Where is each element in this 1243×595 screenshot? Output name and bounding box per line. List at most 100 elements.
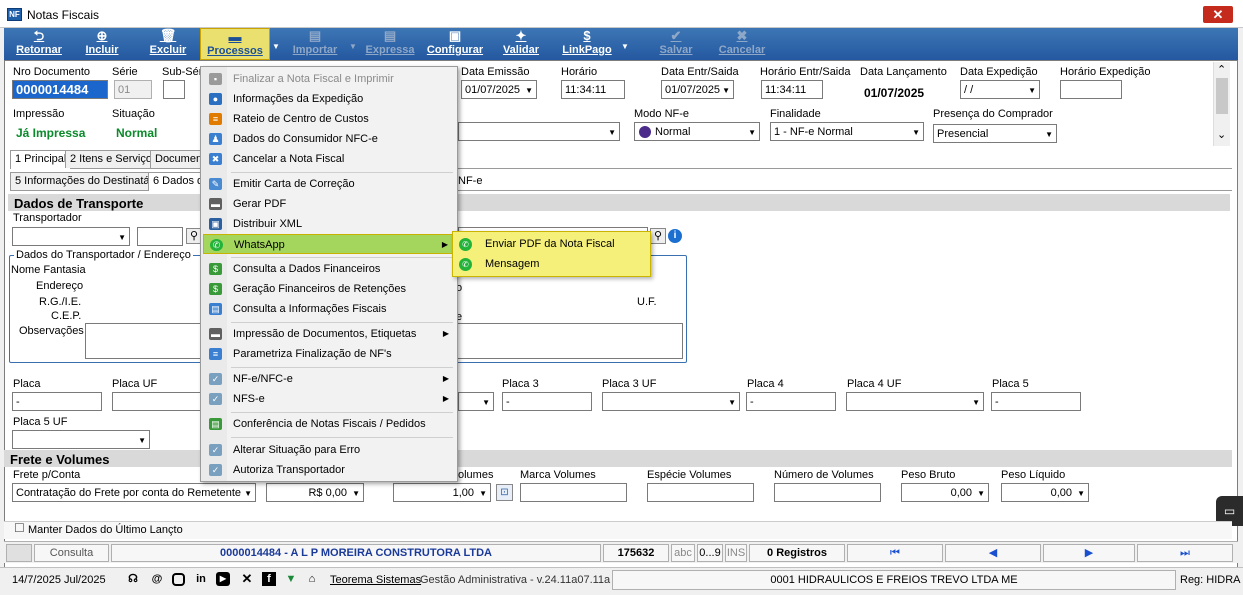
- transportador-dropdown[interactable]: [12, 227, 130, 246]
- email-icon[interactable]: @: [150, 572, 164, 586]
- record-status-bar: Consulta 0000014484 - A L P MOREIRA CONS…: [4, 541, 1238, 563]
- retornar-button[interactable]: ⮌ Retornar: [8, 28, 70, 60]
- frete-conta-dropdown[interactable]: Contratação do Frete por conta do Remete…: [12, 483, 256, 502]
- placa4-field[interactable]: -: [746, 392, 836, 411]
- placa2-uf-dropdown[interactable]: [458, 392, 494, 411]
- cancel-document-icon: ✖: [209, 153, 222, 165]
- whatsapp-submenu: ✆ Enviar PDF da Nota Fiscal ✆ Mensagem: [452, 231, 651, 277]
- menu-dados-consumidor[interactable]: ♟ Dados do Consumidor NFC-e: [203, 129, 455, 149]
- volumes-field[interactable]: 1,00: [393, 483, 491, 502]
- linkedin-icon[interactable]: in: [194, 572, 208, 586]
- first-record-button[interactable]: ⏮: [847, 544, 943, 562]
- transportador-code-field[interactable]: [137, 227, 183, 246]
- incluir-button[interactable]: ⊕ Incluir: [76, 28, 128, 60]
- header-scrollbar[interactable]: ⌃ ⌄: [1213, 62, 1230, 146]
- valor-frete-field[interactable]: R$ 0,00: [266, 483, 364, 502]
- data-entr-field[interactable]: 01/07/2025: [661, 80, 734, 99]
- close-button[interactable]: ✕: [1203, 6, 1233, 23]
- money-icon: $: [209, 263, 222, 275]
- situacao-value: Normal: [116, 126, 158, 140]
- linkpago-button[interactable]: $ LinkPago: [556, 28, 618, 60]
- facebook-icon[interactable]: f: [262, 572, 276, 586]
- teorema-link[interactable]: Teorema Sistemas: [330, 574, 421, 586]
- menu-cancelar-nota[interactable]: ✖ Cancelar a Nota Fiscal: [203, 149, 455, 169]
- last-record-button[interactable]: ⏭: [1137, 544, 1233, 562]
- placa-field[interactable]: -: [12, 392, 102, 411]
- menu-alterar-situacao-erro[interactable]: ✓ Alterar Situação para Erro: [203, 440, 455, 460]
- excluir-button[interactable]: 🗑 Excluir: [142, 28, 194, 60]
- frete-conta-label: Frete p/Conta: [13, 469, 81, 481]
- keyboard-icon[interactable]: [6, 544, 32, 562]
- menu-impressao-documentos[interactable]: ▬ Impressão de Documentos, Etiquetas ▶: [203, 324, 455, 344]
- natureza-dropdown[interactable]: [458, 122, 620, 141]
- menu-rateio-centro-custos[interactable]: ≡ Rateio de Centro de Custos: [203, 109, 455, 129]
- linkpago-dropdown-arrow[interactable]: ▼: [621, 42, 629, 51]
- info-icon: ●: [209, 93, 222, 105]
- scroll-up-icon[interactable]: ⌃: [1217, 63, 1226, 76]
- numero-volumes-label: Número de Volumes: [774, 469, 874, 481]
- placa5-field[interactable]: -: [991, 392, 1081, 411]
- menu-carta-correcao[interactable]: ✎ Emitir Carta de Correção: [203, 174, 455, 194]
- menu-parametriza-finalizacao[interactable]: ≡ Parametriza Finalização de NF's: [203, 344, 455, 364]
- subserie-field[interactable]: [163, 80, 185, 99]
- data-expedicao-field[interactable]: / /: [960, 80, 1040, 99]
- numero-volumes-field[interactable]: [774, 483, 881, 502]
- finalidade-dropdown[interactable]: 1 - NF-e Normal: [770, 122, 924, 141]
- search-icon[interactable]: ⚲: [650, 228, 666, 244]
- next-record-button[interactable]: ▶: [1043, 544, 1135, 562]
- menu-whatsapp[interactable]: ✆ WhatsApp ▶: [203, 234, 455, 254]
- menu-separator: [231, 257, 453, 258]
- menu-autoriza-transportador[interactable]: ✓ Autoriza Transportador: [203, 460, 455, 480]
- horario-field[interactable]: 11:34:11: [561, 80, 625, 99]
- tab-destinatario[interactable]: 5 Informações do Destinatário: [10, 172, 167, 190]
- submenu-enviar-pdf[interactable]: ✆ Enviar PDF da Nota Fiscal: [453, 234, 649, 254]
- graduation-cap-icon[interactable]: ⌂: [305, 572, 319, 586]
- manter-checkbox[interactable]: ☐: [14, 521, 25, 535]
- placa3-field[interactable]: -: [502, 392, 592, 411]
- processos-dropdown-arrow[interactable]: ▼: [272, 42, 280, 51]
- tab-itens-servicos[interactable]: 2 Itens e Serviços: [65, 150, 163, 168]
- data-emissao-field[interactable]: 01/07/2025: [461, 80, 537, 99]
- menu-nfe-nfce[interactable]: ✓ NF-e/NFC-e ▶: [203, 369, 455, 389]
- manter-bar: [4, 521, 1232, 539]
- horario-expedicao-field[interactable]: [1060, 80, 1122, 99]
- configurar-button[interactable]: ▣ Configurar: [424, 28, 486, 60]
- placa-uf-dropdown[interactable]: [112, 392, 204, 411]
- menu-consulta-financeiros[interactable]: $ Consulta a Dados Financeiros: [203, 259, 455, 279]
- menu-separator: [231, 437, 453, 438]
- presenca-dropdown[interactable]: Presencial: [933, 124, 1057, 143]
- list-icon: ≡: [209, 113, 222, 125]
- menu-gerar-pdf[interactable]: ▬ Gerar PDF: [203, 194, 455, 214]
- prev-record-button[interactable]: ◀: [945, 544, 1041, 562]
- menu-geracao-retencoes[interactable]: $ Geração Financeiros de Retenções: [203, 279, 455, 299]
- menu-informacoes-expedicao[interactable]: ● Informações da Expedição: [203, 89, 455, 109]
- nro-documento-field[interactable]: 0000014484: [12, 80, 108, 99]
- menu-consulta-fiscais[interactable]: ▤ Consulta a Informações Fiscais: [203, 299, 455, 319]
- modo-nfe-dropdown[interactable]: Normal: [634, 122, 760, 141]
- placa4-uf-dropdown[interactable]: [846, 392, 984, 411]
- submenu-mensagem[interactable]: ✆ Mensagem: [453, 254, 649, 274]
- tab-principal[interactable]: 1 Principal: [10, 150, 72, 169]
- especie-volumes-label: Espécie Volumes: [647, 469, 732, 481]
- peso-bruto-field[interactable]: 0,00: [901, 483, 989, 502]
- info-icon[interactable]: i: [668, 229, 682, 243]
- scroll-down-icon[interactable]: ⌄: [1217, 128, 1226, 141]
- horario-entr-field[interactable]: 11:34:11: [761, 80, 823, 99]
- marca-volumes-field[interactable]: [520, 483, 627, 502]
- menu-distribuir-xml[interactable]: ▣ Distribuir XML: [203, 214, 455, 234]
- menu-conferencia-notas[interactable]: ▤ Conferência de Notas Fiscais / Pedidos: [203, 414, 455, 434]
- placa5-uf-dropdown[interactable]: [12, 430, 150, 449]
- validar-button[interactable]: ✦ Validar: [496, 28, 546, 60]
- twitter-icon[interactable]: ✕: [240, 572, 254, 586]
- especie-volumes-field[interactable]: [647, 483, 754, 502]
- processos-button[interactable]: ▬ Processos: [200, 28, 270, 60]
- tab-nfe-partial[interactable]: NF-e: [458, 175, 482, 187]
- instagram-icon[interactable]: [172, 573, 185, 586]
- headset-icon[interactable]: ☊: [126, 572, 140, 586]
- peso-liquido-field[interactable]: 0,00: [1001, 483, 1089, 502]
- youtube-icon[interactable]: ▶: [216, 572, 230, 586]
- scroll-thumb[interactable]: [1216, 78, 1228, 114]
- menu-nfse[interactable]: ✓ NFS-e ▶: [203, 389, 455, 409]
- volumes-detail-icon[interactable]: ⊡: [496, 484, 513, 501]
- placa3-uf-dropdown[interactable]: [602, 392, 740, 411]
